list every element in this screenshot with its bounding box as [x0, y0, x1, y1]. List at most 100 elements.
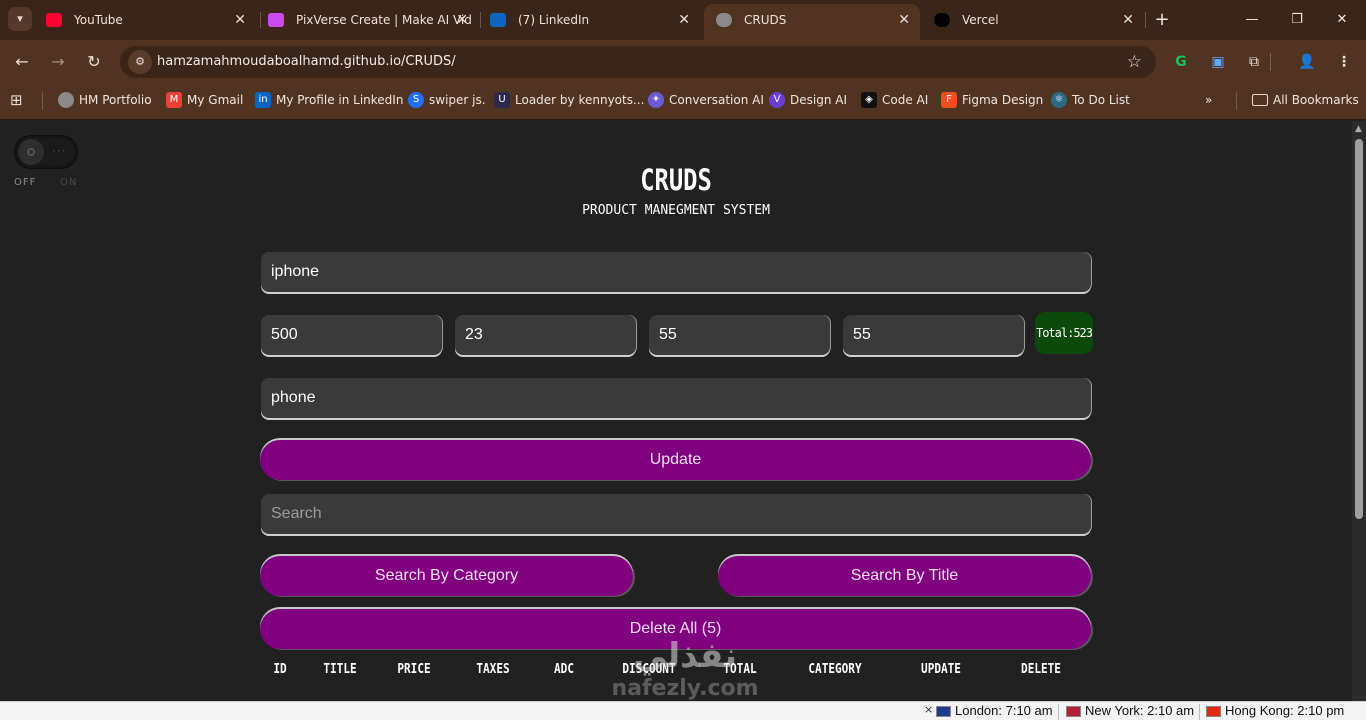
url-text[interactable]: hamzamahmoudaboalhamd.github.io/CRUDS/ — [157, 46, 456, 78]
close-icon[interactable]: ✕ — [456, 6, 468, 34]
column-header: ADC — [554, 662, 574, 677]
watermark: نفذلي nafezly.com — [600, 636, 770, 701]
scroll-up-icon[interactable]: ▲ — [1355, 124, 1362, 134]
bookmark-item[interactable]: M My Gmail — [166, 84, 243, 116]
profile-avatar-icon[interactable]: 👤 — [1296, 51, 1318, 73]
reload-icon: ↻ — [87, 52, 101, 71]
globe-icon — [716, 13, 732, 27]
forward-button[interactable]: → — [46, 50, 70, 74]
reload-button[interactable]: ↻ — [82, 50, 106, 74]
theme-toggle[interactable]: ··· — [14, 135, 78, 169]
close-icon[interactable]: ✕ — [678, 6, 690, 34]
column-header: UPDATE — [921, 662, 961, 677]
tab-search-button[interactable]: ▾ — [8, 7, 32, 31]
world-clock-bar: × London: 7:10 am New York: 2:10 am Hong… — [0, 701, 1366, 720]
bookmark-item[interactable]: ⚛ To Do List — [1051, 84, 1130, 116]
pixverse-icon — [268, 13, 284, 27]
extension-icon[interactable]: ▣ — [1207, 51, 1229, 73]
close-icon[interactable]: ✕ — [234, 6, 246, 34]
title-input[interactable] — [261, 252, 1091, 292]
page-scrollbar[interactable]: ▲ — [1352, 121, 1366, 701]
search-by-title-button[interactable]: Search By Title — [718, 556, 1091, 596]
toggle-knob — [18, 139, 44, 165]
us-flag-icon — [1066, 706, 1081, 717]
extensions-puzzle-icon[interactable]: ⧉ — [1243, 51, 1265, 73]
scrollbar-thumb[interactable] — [1355, 139, 1363, 519]
restore-button[interactable]: ❐ — [1285, 8, 1309, 32]
bookmark-star-icon[interactable]: ☆ — [1127, 50, 1142, 74]
bookmark-item[interactable]: ✦ Conversation AI — [648, 84, 764, 116]
bookmark-item[interactable]: HM Portfolio — [58, 84, 152, 116]
linkedin-icon: in — [255, 92, 271, 108]
globe-icon — [58, 92, 74, 108]
tab-divider — [1145, 12, 1146, 28]
menu-kebab-icon[interactable]: ⋮ — [1333, 51, 1355, 73]
clock-divider — [1199, 704, 1200, 720]
apps-grid-button[interactable]: ⊞ — [10, 84, 23, 116]
column-header: ID — [273, 662, 287, 677]
bookmark-item[interactable]: in My Profile in LinkedIn — [255, 84, 403, 116]
apps-grid-icon: ⊞ — [10, 91, 23, 109]
bookmark-item[interactable]: F Figma Design — [941, 84, 1043, 116]
watermark-latin: nafezly.com — [611, 676, 759, 701]
back-button[interactable]: ← — [10, 50, 34, 74]
grammarly-icon[interactable]: G — [1170, 51, 1192, 73]
clock-divider — [1058, 704, 1059, 720]
bookmark-item[interactable]: U Loader by kennyots... — [494, 84, 644, 116]
chevron-down-icon: ▾ — [17, 12, 23, 25]
close-icon[interactable]: ✕ — [1122, 6, 1134, 34]
site-info-icon[interactable]: ⚙ — [128, 50, 152, 74]
address-bar[interactable]: ⚙ hamzamahmoudaboalhamd.github.io/CRUDS/… — [120, 46, 1156, 78]
price-input[interactable] — [261, 315, 442, 355]
column-header: CATEGORY — [808, 662, 862, 677]
close-icon[interactable]: ✕ — [898, 4, 910, 36]
gmail-icon: M — [166, 92, 182, 108]
minimize-button[interactable]: — — [1240, 8, 1264, 32]
taxes-input[interactable] — [455, 315, 636, 355]
uiverse-icon: U — [494, 92, 510, 108]
column-header: DELETE — [1021, 662, 1061, 677]
bookmark-item[interactable]: V Design AI — [769, 84, 847, 116]
toggle-on-label: ON — [60, 177, 78, 188]
bookmark-item[interactable]: Sswiper js. — [408, 84, 486, 116]
close-icon[interactable]: × — [924, 703, 933, 716]
tab-youtube[interactable]: YouTube ✕ — [34, 6, 256, 34]
design-ai-icon: V — [769, 92, 785, 108]
close-window-button[interactable]: ✕ — [1330, 8, 1354, 32]
code-ai-icon: ◈ — [861, 92, 877, 108]
hk-flag-icon — [1206, 706, 1221, 717]
clock-new-york: New York: 2:10 am — [1066, 703, 1194, 718]
restore-icon: ❐ — [1291, 12, 1303, 27]
swiper-icon: S — [408, 92, 424, 108]
ads-input[interactable] — [649, 315, 830, 355]
bookmarks-overflow-button[interactable]: » — [1205, 84, 1212, 116]
minimize-icon: — — [1245, 12, 1259, 27]
discount-input[interactable] — [843, 315, 1024, 355]
search-input[interactable] — [261, 494, 1091, 534]
bookmarks-divider — [1236, 92, 1237, 110]
all-bookmarks-button[interactable]: All Bookmarks — [1252, 84, 1359, 116]
tab-cruds[interactable]: CRUDS ✕ — [704, 4, 920, 40]
browser-toolbar: ← → ↻ ⚙ hamzamahmoudaboalhamd.github.io/… — [0, 40, 1366, 84]
column-header: TITLE — [323, 662, 357, 677]
tab-linkedin[interactable]: (7) LinkedIn ✕ — [478, 6, 700, 34]
close-icon: ✕ — [1336, 12, 1348, 27]
update-button[interactable]: Update — [260, 440, 1091, 480]
column-header: PRICE — [397, 662, 431, 677]
new-tab-button[interactable]: + — [1152, 8, 1172, 32]
total-badge: Total:523 — [1035, 312, 1093, 354]
tab-bar: ▾ YouTube ✕ PixVerse Create | Make AI Vi… — [0, 0, 1366, 40]
toggle-dots-icon: ··· — [52, 144, 67, 158]
ai-icon: ✦ — [648, 92, 664, 108]
vercel-icon — [934, 13, 950, 27]
tab-vercel[interactable]: Vercel ✕ — [922, 6, 1144, 34]
bookmark-item[interactable]: ◈ Code AI — [861, 84, 928, 116]
category-input[interactable] — [261, 378, 1091, 418]
arrow-left-icon: ← — [15, 52, 29, 71]
linkedin-icon — [490, 13, 506, 27]
tab-pixverse[interactable]: PixVerse Create | Make AI Vid ✕ — [256, 6, 478, 34]
page-subtitle: PRODUCT MANEGMENT SYSTEM — [582, 203, 770, 218]
search-by-category-button[interactable]: Search By Category — [260, 556, 633, 596]
folder-icon — [1252, 94, 1268, 106]
double-chevron-right-icon: » — [1205, 93, 1213, 107]
